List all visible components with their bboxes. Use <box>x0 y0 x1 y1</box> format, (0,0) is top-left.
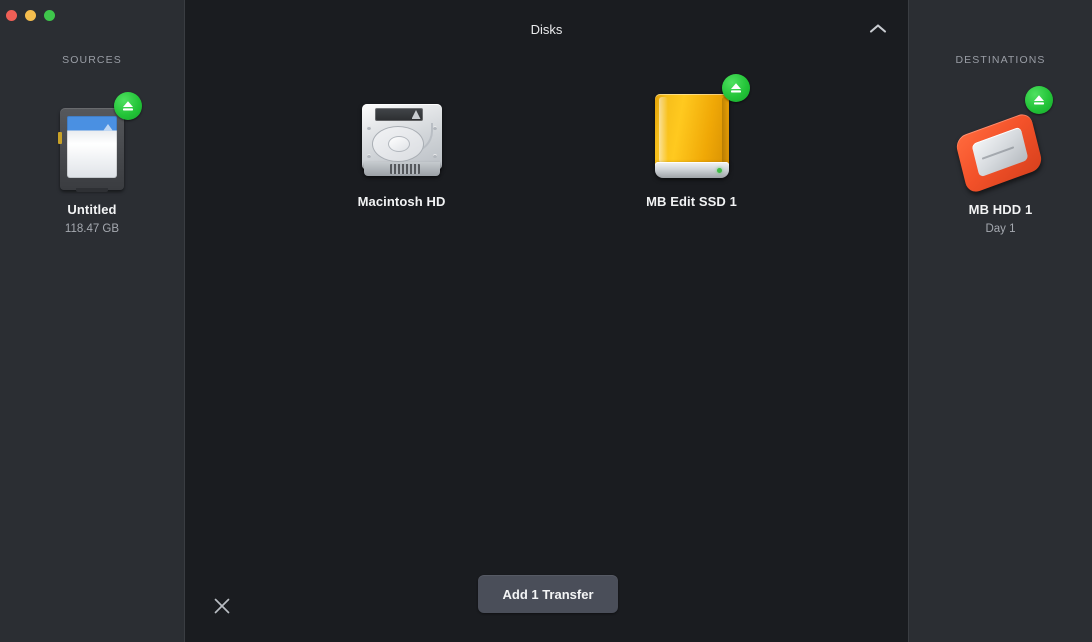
hd-screw <box>432 154 437 158</box>
disks-footer: Add 1 Transfer <box>185 564 908 642</box>
sources-heading: SOURCES <box>62 54 122 66</box>
source-disk-untitled[interactable]: Untitled 118.47 GB <box>0 92 184 235</box>
ssd-highlight <box>658 97 668 163</box>
eject-badge-icon[interactable] <box>114 92 142 120</box>
ssd-shell <box>654 94 729 166</box>
rugged-external-drive-icon <box>953 108 1047 195</box>
zoom-window-button[interactable] <box>44 10 55 21</box>
disks-grid: Macintosh HD MB Edit SSD 1 <box>185 58 908 564</box>
hd-label-strip <box>374 108 423 121</box>
hd-logo-mark <box>411 110 421 119</box>
disk-name: Macintosh HD <box>357 194 446 209</box>
destinations-sidebar: DESTINATIONS MB HDD 1 Day 1 <box>908 0 1092 642</box>
destination-disk-schedule: Day 1 <box>985 223 1016 235</box>
hd-screw <box>432 126 437 130</box>
destination-disk-mb-hdd-1[interactable]: MB HDD 1 Day 1 <box>909 86 1092 235</box>
destinations-heading: DESTINATIONS <box>955 54 1046 66</box>
close-window-button[interactable] <box>6 10 17 21</box>
destination-disk-name: MB HDD 1 <box>968 202 1033 217</box>
chevron-up-icon[interactable] <box>863 14 893 42</box>
sd-card-foot <box>76 188 108 192</box>
disk-name: MB Edit SSD 1 <box>646 194 737 209</box>
minimize-window-button[interactable] <box>25 10 36 21</box>
sd-card-icon <box>58 108 124 192</box>
close-x-icon[interactable] <box>210 594 234 618</box>
external-ssd-icon <box>654 94 729 178</box>
ssd-shadow-edge <box>721 97 727 163</box>
page-title: Disks <box>530 21 563 37</box>
rugged-external-drive-icon-wrap <box>949 86 1053 195</box>
disks-header: Disks <box>185 0 908 58</box>
hd-vents <box>389 164 420 174</box>
add-transfer-button[interactable]: Add 1 Transfer <box>478 575 618 613</box>
sd-card-label <box>67 116 117 178</box>
source-disk-name: Untitled <box>67 202 117 217</box>
sources-sidebar: SOURCES Untitled 118.47 GB <box>0 0 185 642</box>
eject-badge-icon[interactable] <box>721 74 750 102</box>
disks-main-panel: Disks Macintosh HD MB Edit SSD 1 Add 1 T… <box>185 0 908 642</box>
sd-card-pin <box>58 132 62 144</box>
hd-screw <box>366 126 371 130</box>
ssd-status-led <box>716 168 722 173</box>
external-ssd-icon-wrap <box>637 74 750 178</box>
sd-card-icon-wrap <box>40 92 144 192</box>
disk-macintosh-hd[interactable]: Macintosh HD <box>347 78 457 209</box>
hd-body <box>361 104 442 170</box>
disk-mb-edit-ssd-1[interactable]: MB Edit SSD 1 <box>637 74 750 209</box>
hd-screw <box>366 154 371 158</box>
window-traffic-lights <box>6 10 55 21</box>
hd-spindle-hub <box>387 136 410 152</box>
app-window: SOURCES Untitled 118.47 GB Disks Macinto… <box>0 0 1092 642</box>
eject-badge-icon[interactable] <box>1024 86 1053 114</box>
sd-card-triangle <box>103 124 113 131</box>
internal-hard-drive-icon <box>361 104 442 178</box>
source-disk-capacity: 118.47 GB <box>64 223 120 235</box>
internal-hard-drive-icon-wrap <box>347 78 457 178</box>
